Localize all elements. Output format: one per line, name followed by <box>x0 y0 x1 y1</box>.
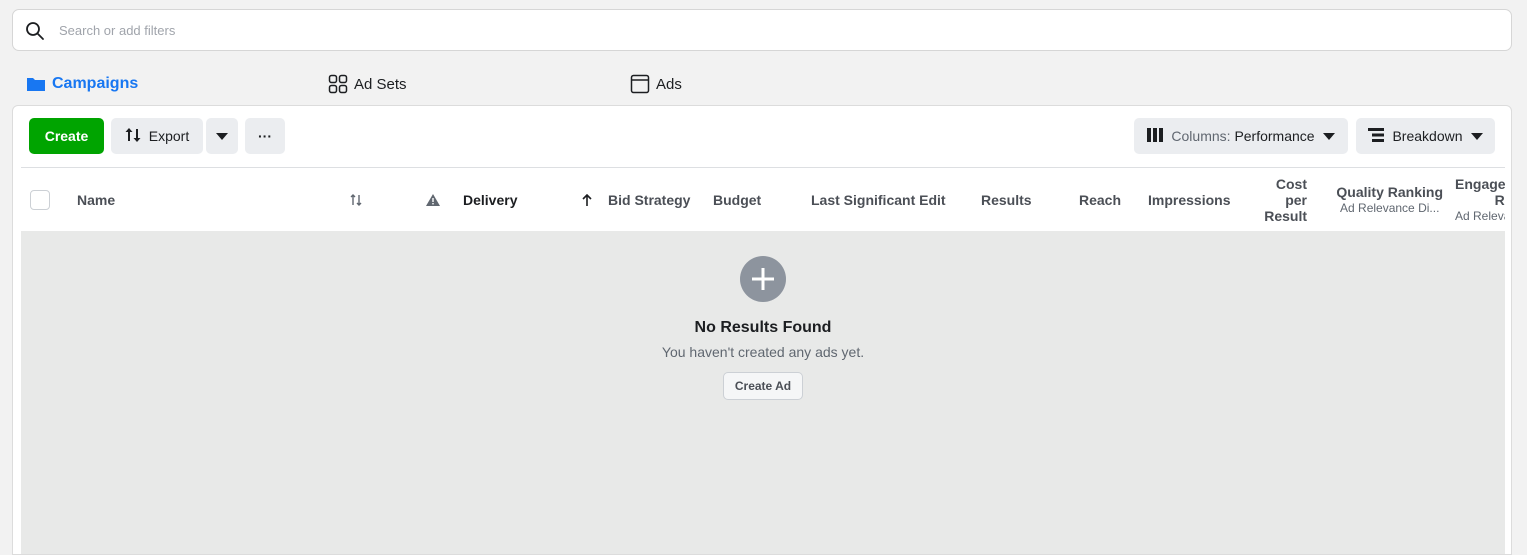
create-ad-button[interactable]: Create Ad <box>723 372 803 400</box>
tab-ad-sets[interactable]: Ad Sets <box>328 66 407 102</box>
grid-icon <box>328 74 348 94</box>
tab-ads[interactable]: Ads <box>630 66 682 102</box>
tab-ad-sets-label: Ad Sets <box>354 75 407 93</box>
column-budget[interactable]: Budget <box>713 168 761 232</box>
cost-per-result-line2: Result <box>1264 208 1307 224</box>
engagement-sub: Ad Relevance Diagnostic <box>1455 209 1505 223</box>
export-label: Export <box>148 128 190 144</box>
engagement-line1: Engagement <box>1455 176 1505 192</box>
breakdown-icon <box>1368 127 1385 145</box>
export-dropdown-button[interactable] <box>206 118 238 154</box>
column-cost-per-result[interactable]: Cost per Result <box>1251 168 1307 232</box>
caret-down-icon <box>216 128 228 144</box>
quality-ranking-sub: Ad Relevance Di... <box>1340 201 1440 215</box>
warning-icon[interactable] <box>426 168 440 232</box>
table-header: Name Delivery Bid Strategy Budget Last S… <box>21 167 1505 231</box>
plus-circle-icon <box>740 256 786 302</box>
tab-campaigns-label: Campaigns <box>52 75 139 92</box>
sort-ascending-icon[interactable] <box>582 168 592 232</box>
caret-down-icon <box>1470 128 1483 144</box>
level-tabs: Campaigns Ad Sets Ads <box>12 66 1512 102</box>
quality-ranking-title: Quality Ranking <box>1336 184 1443 200</box>
column-impressions[interactable]: Impressions <box>1148 168 1230 232</box>
more-icon: ··· <box>258 128 272 144</box>
caret-down-icon <box>1322 128 1335 144</box>
column-name[interactable]: Name <box>77 168 115 232</box>
toolbar: Create Export ··· Columns: Performance B… <box>13 106 1511 166</box>
select-all-checkbox[interactable] <box>30 190 50 210</box>
breakdown-label: Breakdown <box>1392 128 1463 144</box>
search-icon <box>25 21 45 41</box>
create-button[interactable]: Create <box>29 118 104 154</box>
columns-value: Performance <box>1234 128 1315 144</box>
column-delivery[interactable]: Delivery <box>463 168 517 232</box>
sort-icon[interactable] <box>350 168 362 232</box>
folder-icon <box>26 74 46 94</box>
columns-prefix: Columns: <box>1171 128 1231 144</box>
breakdown-button[interactable]: Breakdown <box>1356 118 1495 154</box>
column-engagement-rate[interactable]: Engagement Rate Ad Relevance Diagnostic <box>1455 168 1505 232</box>
search-bar[interactable] <box>12 9 1512 51</box>
column-last-significant-edit[interactable]: Last Significant Edit <box>811 168 946 232</box>
tab-ads-label: Ads <box>656 75 682 93</box>
columns-button[interactable]: Columns: Performance <box>1134 118 1348 154</box>
column-quality-ranking[interactable]: Quality Ranking Ad Relevance Di... <box>1333 168 1443 232</box>
column-bid-strategy[interactable]: Bid Strategy <box>608 168 690 232</box>
column-results[interactable]: Results <box>981 168 1032 232</box>
more-options-button[interactable]: ··· <box>245 118 285 154</box>
empty-state: No Results Found You haven't created any… <box>21 231 1505 554</box>
empty-subtitle: You haven't created any ads yet. <box>661 344 865 360</box>
column-reach[interactable]: Reach <box>1079 168 1121 232</box>
ad-window-icon <box>630 74 650 94</box>
cost-per-result-line1: Cost per <box>1275 176 1307 208</box>
columns-icon <box>1147 127 1164 145</box>
campaigns-panel: Create Export ··· Columns: Performance B… <box>12 105 1512 555</box>
engagement-line2: Rate <box>1494 192 1505 208</box>
empty-title: No Results Found <box>694 319 832 336</box>
export-icon <box>125 127 141 146</box>
search-input[interactable] <box>59 18 1459 42</box>
export-button[interactable]: Export <box>111 118 203 154</box>
tab-campaigns[interactable]: Campaigns <box>26 66 138 102</box>
